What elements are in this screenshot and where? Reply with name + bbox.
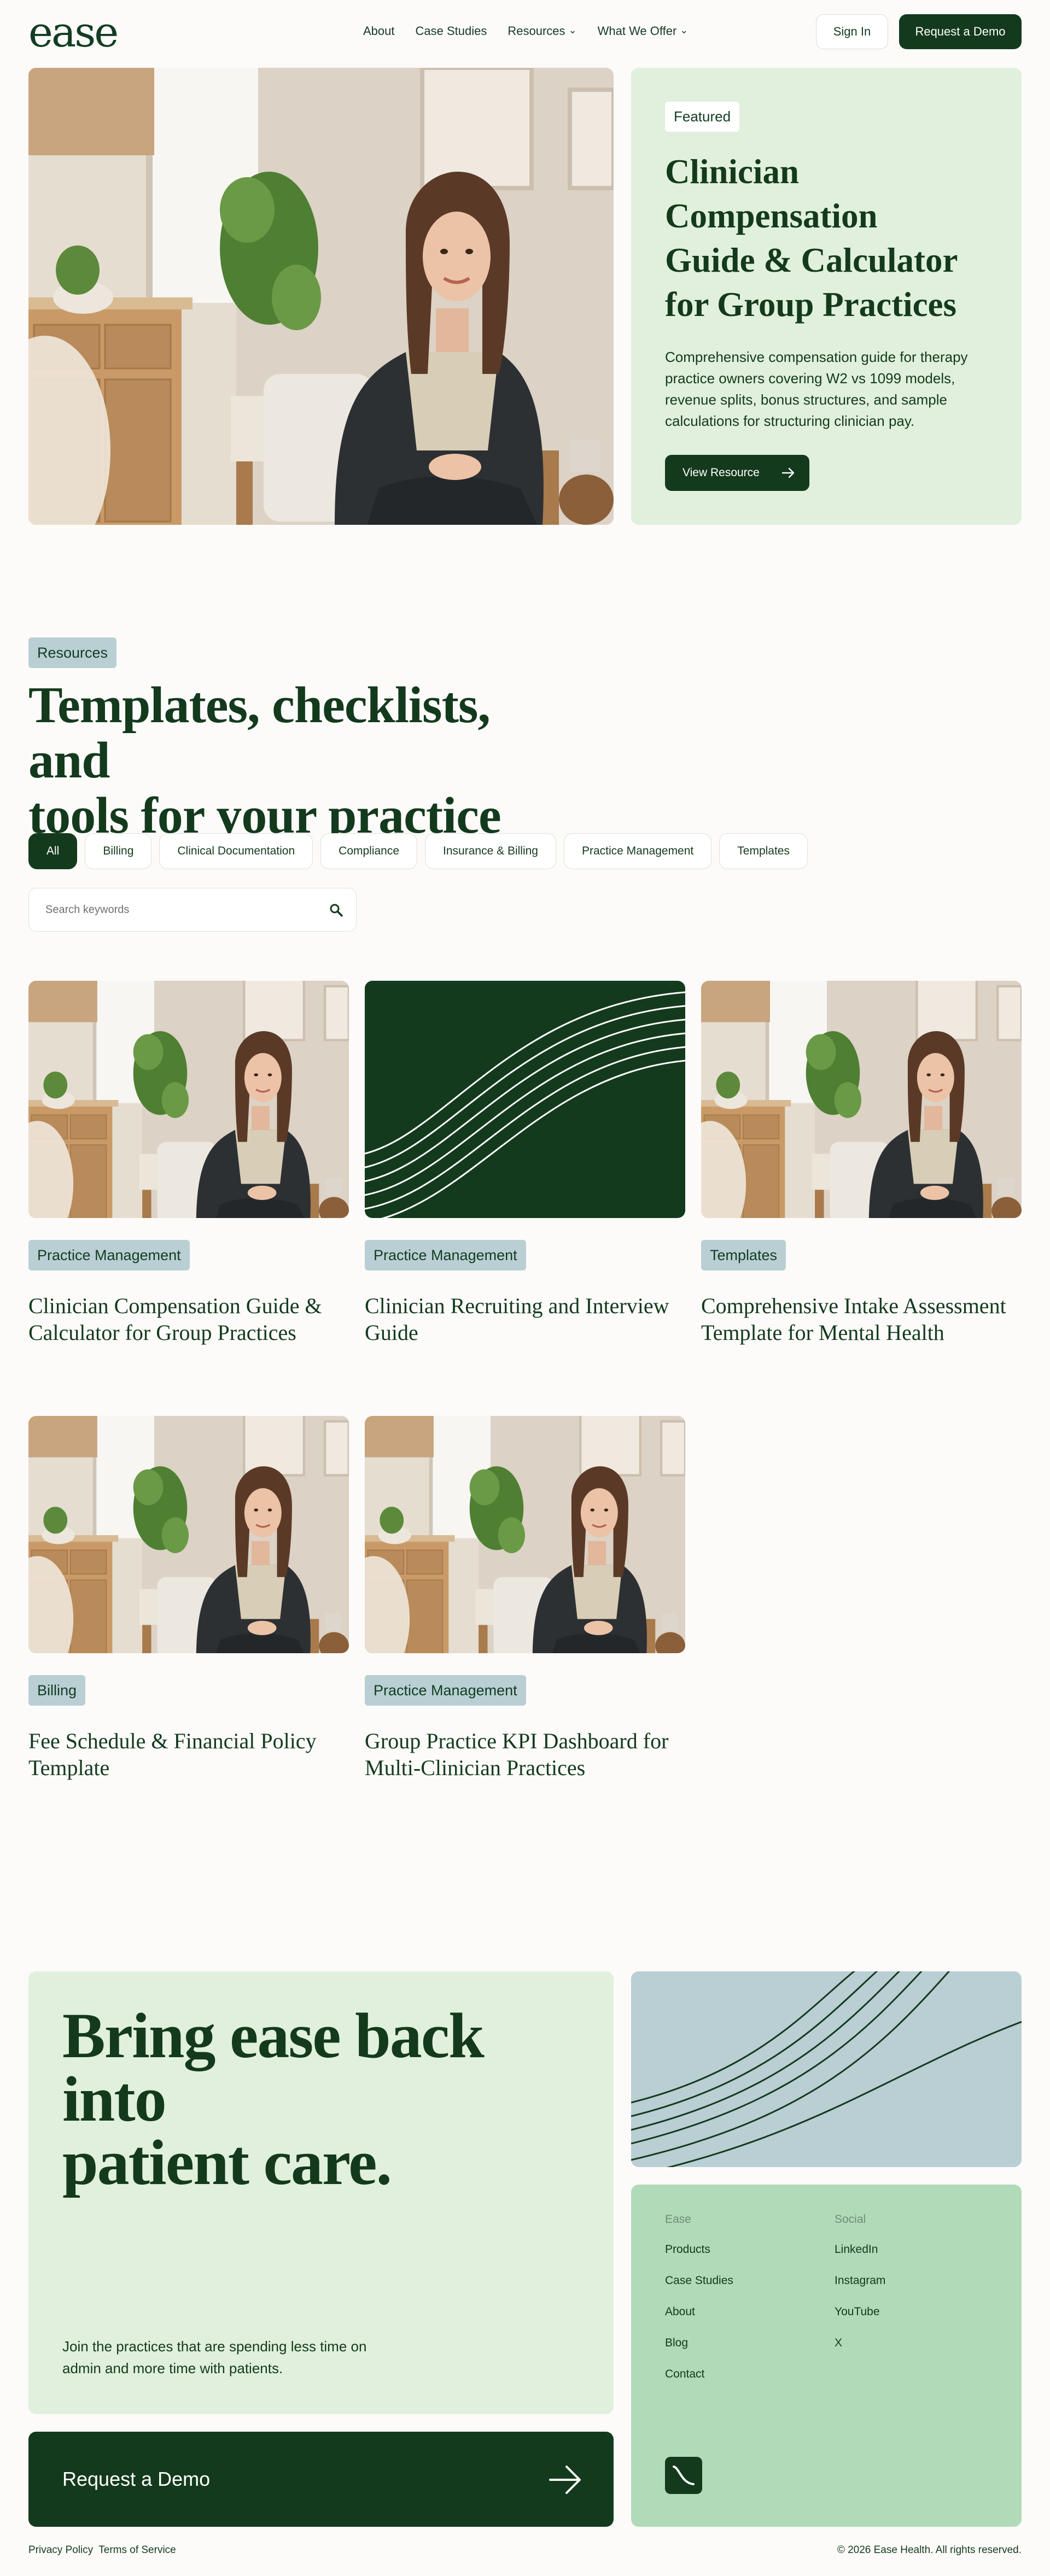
featured-badge: Featured	[665, 102, 740, 132]
nav-what-we-offer-label: What We Offer	[597, 24, 677, 38]
card-title: Clinician Recruiting and Interview Guide	[365, 1293, 669, 1345]
footer-heading-ease: Ease	[665, 2213, 691, 2226]
request-demo-cta-label: Request a Demo	[62, 2468, 211, 2490]
search-icon[interactable]	[329, 903, 344, 918]
card-tag: Practice Management	[28, 1240, 190, 1271]
chevron-down-icon: ⌄	[568, 25, 577, 36]
featured-description: Comprehensive compensation guide for the…	[665, 349, 968, 429]
cta-card: Bring ease back into patient care. Join …	[28, 1971, 614, 2414]
request-demo-header-button[interactable]: Request a Demo	[899, 14, 1022, 49]
card-image	[365, 1416, 685, 1653]
footer-link-contact[interactable]: Contact	[665, 2368, 733, 2380]
card-title: Fee Schedule & Financial Policy Template	[28, 1729, 317, 1780]
arrow-right-icon	[781, 467, 795, 478]
footer-col-ease: Ease Products Case Studies About Blog Co…	[665, 2213, 733, 2399]
terms-of-service-link[interactable]: Terms of Service	[98, 2544, 176, 2556]
filter-all[interactable]: All	[28, 833, 78, 869]
resource-card[interactable]: Practice Management Clinician Compensati…	[28, 981, 349, 1345]
featured-card: Featured Clinician Compensation Guide & …	[631, 68, 1022, 525]
site-header: ease About Case Studies Resources ⌄ What …	[28, 0, 1022, 65]
card-title: Group Practice KPI Dashboard for Multi-C…	[365, 1729, 669, 1780]
cta-title-line2: patient care.	[62, 2127, 392, 2198]
nav-what-we-offer[interactable]: What We Offer ⌄	[598, 23, 689, 39]
main-nav: About Case Studies Resources ⌄ What We Of…	[363, 23, 709, 39]
chevron-down-icon: ⌄	[680, 25, 689, 36]
featured-title: Clinician Compensation Guide & Calculato…	[665, 153, 958, 324]
nav-case-studies-label: Case Studies	[415, 24, 487, 38]
card-photo	[28, 1416, 349, 1653]
filter-billing[interactable]: Billing	[85, 833, 152, 869]
filter-clinical-documentation[interactable]: Clinical Documentation	[159, 833, 313, 869]
card-tag: Templates	[701, 1240, 786, 1271]
search-input[interactable]	[45, 900, 308, 919]
card-image	[28, 981, 349, 1218]
ease-mark-icon	[673, 2466, 695, 2485]
filter-practice-management[interactable]: Practice Management	[563, 833, 712, 869]
card-tag: Practice Management	[365, 1675, 526, 1706]
card-tag: Billing	[28, 1675, 86, 1706]
resources-tag: Resources	[28, 637, 117, 668]
logo[interactable]: ease	[28, 8, 119, 57]
decorative-pattern-card	[631, 1971, 1022, 2167]
resource-card[interactable]: Practice Management Clinician Recruiting…	[365, 981, 685, 1345]
card-title: Comprehensive Intake Assessment Template…	[701, 1293, 1006, 1345]
copyright-text: © 2026 Ease Health. All rights reserved.	[837, 2544, 1022, 2556]
request-demo-cta-button[interactable]: Request a Demo	[28, 2432, 614, 2527]
card-photo	[28, 981, 349, 1218]
cta-title: Bring ease back into patient care.	[62, 2004, 598, 2195]
footer-links-card: Ease Products Case Studies About Blog Co…	[631, 2185, 1022, 2527]
nav-case-studies[interactable]: Case Studies	[416, 23, 487, 39]
card-image	[28, 1416, 349, 1653]
resources-title-line1: Templates, checklists, and	[28, 677, 491, 789]
card-title: Clinician Compensation Guide & Calculato…	[28, 1293, 322, 1345]
cta-title-line1: Bring ease back into	[62, 2000, 485, 2135]
card-image	[365, 981, 685, 1218]
card-image	[701, 981, 1022, 1218]
wave-pattern-image	[631, 1971, 1022, 2167]
filter-chips: All Billing Clinical Documentation Compl…	[28, 833, 808, 869]
nav-about-label: About	[363, 24, 395, 38]
footer-link-products[interactable]: Products	[665, 2244, 733, 2256]
footer-heading-social: Social	[835, 2213, 866, 2226]
privacy-policy-link[interactable]: Privacy Policy	[28, 2544, 93, 2556]
card-tag: Practice Management	[365, 1240, 526, 1271]
resources-title: Templates, checklists, and tools for you…	[28, 678, 564, 844]
arrow-right-icon	[549, 2466, 581, 2494]
filter-compliance[interactable]: Compliance	[320, 833, 418, 869]
footer-link-youtube[interactable]: YouTube	[835, 2306, 885, 2318]
search-box	[28, 888, 357, 932]
cta-subtitle: Join the practices that are spending les…	[62, 2338, 367, 2376]
nav-about[interactable]: About	[363, 23, 395, 39]
view-resource-button[interactable]: View Resource	[665, 455, 809, 491]
resource-card[interactable]: Billing Fee Schedule & Financial Policy …	[28, 1416, 349, 1780]
footer-link-about[interactable]: About	[665, 2306, 733, 2318]
footer-link-linkedin[interactable]: LinkedIn	[835, 2244, 885, 2256]
footer-link-case-studies[interactable]: Case Studies	[665, 2275, 733, 2287]
legal-links: Privacy Policy Terms of Service	[28, 2544, 182, 2556]
card-photo	[701, 981, 1022, 1218]
filter-templates[interactable]: Templates	[719, 833, 808, 869]
footer-link-instagram[interactable]: Instagram	[835, 2275, 885, 2287]
footer-col-social: Social LinkedIn Instagram YouTube X	[835, 2213, 885, 2368]
nav-resources-label: Resources	[508, 24, 565, 38]
card-photo	[365, 1416, 685, 1653]
sign-in-button[interactable]: Sign In	[816, 14, 888, 49]
resource-card[interactable]: Templates Comprehensive Intake Assessmen…	[701, 981, 1022, 1345]
view-resource-label: View Resource	[682, 466, 760, 479]
filter-insurance-billing[interactable]: Insurance & Billing	[425, 833, 556, 869]
footer-link-blog[interactable]: Blog	[665, 2337, 733, 2349]
footer-link-x[interactable]: X	[835, 2337, 885, 2349]
resource-card[interactable]: Practice Management Group Practice KPI D…	[365, 1416, 685, 1780]
nav-resources[interactable]: Resources ⌄	[508, 23, 576, 39]
card-pattern-image	[365, 981, 685, 1218]
footer-logo-icon[interactable]	[665, 2457, 702, 2494]
hero-photo	[28, 68, 614, 525]
hero-image	[28, 68, 614, 525]
